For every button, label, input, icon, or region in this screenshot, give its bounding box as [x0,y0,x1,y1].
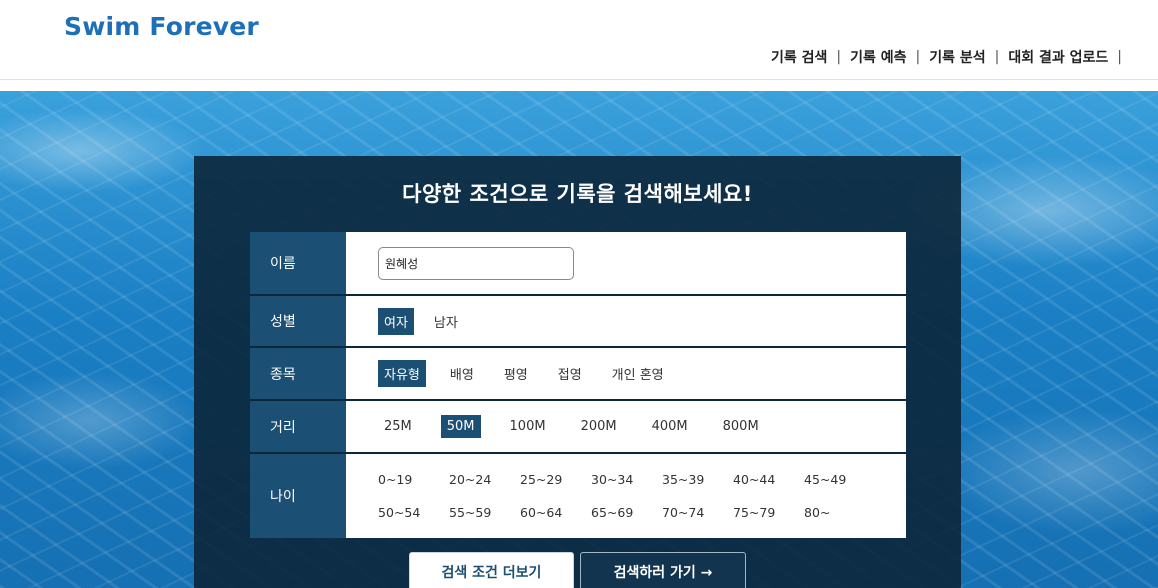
age-option[interactable]: 75~79 [733,503,804,522]
age-row: 나이 0~19 20~24 25~29 30~34 35~39 40~44 45… [250,454,906,538]
age-option[interactable]: 45~49 [804,470,875,489]
distance-option-25m[interactable]: 25M [378,415,418,438]
age-option[interactable]: 30~34 [591,470,662,489]
name-value-cell [346,232,906,294]
event-row: 종목 자유형 배영 평영 접영 개인 혼영 [250,348,906,401]
gender-row: 성별 여자 남자 [250,296,906,348]
event-option-individual-medley[interactable]: 개인 혼영 [606,360,670,387]
age-option[interactable]: 60~64 [520,503,591,522]
name-input[interactable] [378,246,574,280]
distance-option-200m[interactable]: 200M [575,415,623,438]
nav-separator: | [1117,49,1122,65]
search-panel: 다양한 조건으로 기록을 검색해보세요! 이름 성별 여자 남자 종목 자유형 … [194,156,961,588]
event-option-backstroke[interactable]: 배영 [444,360,480,387]
age-option[interactable]: 0~19 [378,470,449,489]
distance-option-100m[interactable]: 100M [504,415,552,438]
age-option[interactable]: 25~29 [520,470,591,489]
distance-row: 거리 25M 50M 100M 200M 400M 800M [250,401,906,454]
age-option[interactable]: 55~59 [449,503,520,522]
event-label: 종목 [250,348,346,399]
age-grid: 0~19 20~24 25~29 30~34 35~39 40~44 45~49… [378,470,875,522]
event-option-butterfly[interactable]: 접영 [552,360,588,387]
age-option[interactable]: 20~24 [449,470,520,489]
logo[interactable]: Swim Forever [64,12,259,41]
age-option[interactable]: 35~39 [662,470,733,489]
nav-record-search[interactable]: 기록 검색 [762,47,836,67]
gender-option-female[interactable]: 여자 [378,307,414,335]
name-row: 이름 [250,232,906,296]
age-option[interactable]: 40~44 [733,470,804,489]
gender-option-male[interactable]: 남자 [428,308,464,335]
age-option[interactable]: 70~74 [662,503,733,522]
gender-options: 여자 남자 [346,296,906,346]
header: Swim Forever 기록 검색 | 기록 예측 | 기록 분석 | 대회 … [0,0,1158,80]
gender-label: 성별 [250,296,346,346]
age-line-2: 50~54 55~59 60~64 65~69 70~74 75~79 80~ [378,503,875,522]
go-search-button[interactable]: 검색하러 가기 → [580,552,746,588]
age-option[interactable]: 80~ [804,503,875,522]
nav-record-predict[interactable]: 기록 예측 [841,47,915,67]
more-conditions-button[interactable]: 검색 조건 더보기 [409,552,574,588]
distance-option-50m[interactable]: 50M [440,415,481,438]
nav-upload-results[interactable]: 대회 결과 업로드 [999,47,1117,67]
distance-option-800m[interactable]: 800M [717,415,765,438]
age-options: 0~19 20~24 25~29 30~34 35~39 40~44 45~49… [346,454,906,538]
age-option[interactable]: 65~69 [591,503,662,522]
age-label: 나이 [250,454,346,538]
age-option[interactable]: 50~54 [378,503,449,522]
search-form: 이름 성별 여자 남자 종목 자유형 배영 평영 접영 개인 혼영 거리 [250,232,906,538]
distance-option-400m[interactable]: 400M [646,415,694,438]
distance-label: 거리 [250,401,346,452]
top-nav: 기록 검색 | 기록 예측 | 기록 분석 | 대회 결과 업로드 | [762,47,1122,67]
panel-title: 다양한 조건으로 기록을 검색해보세요! [402,182,753,206]
nav-record-analysis[interactable]: 기록 분석 [920,47,994,67]
event-options: 자유형 배영 평영 접영 개인 혼영 [346,348,906,399]
name-label: 이름 [250,232,346,294]
event-option-freestyle[interactable]: 자유형 [378,360,426,387]
event-option-breaststroke[interactable]: 평영 [498,360,534,387]
age-line-1: 0~19 20~24 25~29 30~34 35~39 40~44 45~49 [378,470,875,489]
distance-options: 25M 50M 100M 200M 400M 800M [346,401,906,452]
